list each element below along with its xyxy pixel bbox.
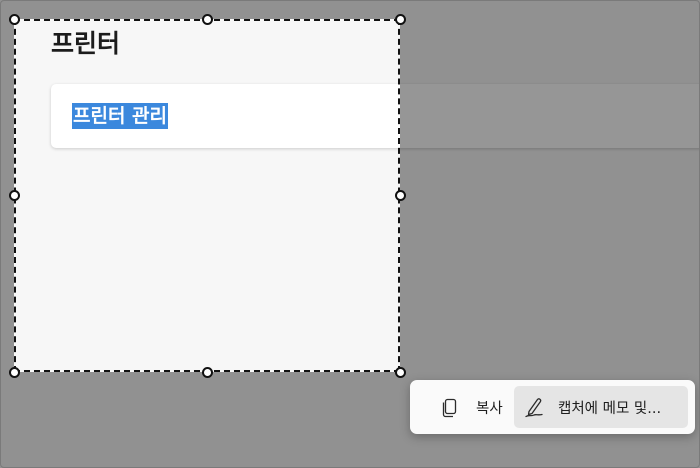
snip-selection-rectangle[interactable] [14,19,400,372]
resize-handle-right[interactable] [394,189,406,201]
resize-handle-left[interactable] [8,189,20,201]
resize-handle-bottom-right[interactable] [394,366,406,378]
copy-icon [438,395,462,419]
copy-button[interactable]: 복사 [420,386,516,428]
dim-overlay-right [400,19,700,372]
dim-overlay-top [0,0,700,19]
snip-action-toolbar: 복사 캡처에 메모 및... [410,380,695,434]
annotate-capture-button[interactable]: 캡처에 메모 및... [514,386,688,428]
resize-handle-top-right[interactable] [394,13,406,25]
resize-handle-top[interactable] [201,13,213,25]
resize-handle-bottom-left[interactable] [8,366,20,378]
resize-handle-top-left[interactable] [8,13,20,25]
copy-label: 복사 [476,400,503,417]
resize-handle-bottom[interactable] [201,366,213,378]
annotate-label: 캡처에 메모 및... [558,400,662,417]
pen-annotate-icon [522,395,546,419]
